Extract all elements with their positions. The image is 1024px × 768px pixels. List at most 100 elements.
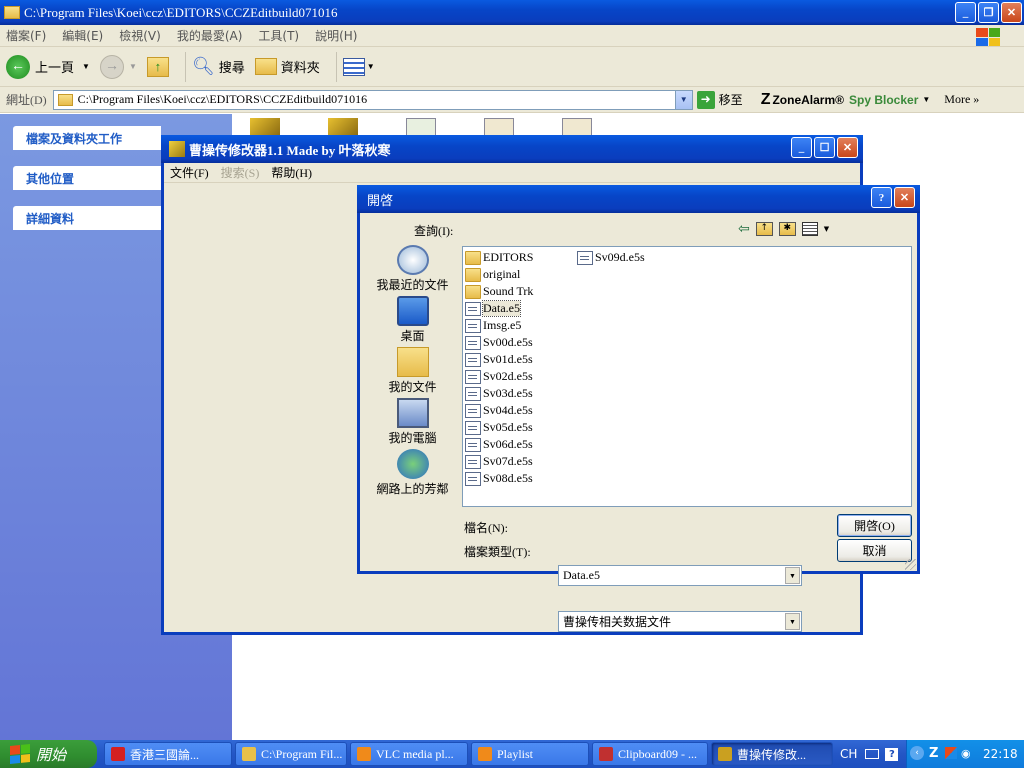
task-pane-details[interactable]: 詳細資料 [13, 206, 161, 230]
document-icon[interactable] [562, 118, 592, 136]
back-arrow-icon[interactable]: ⇦ [738, 221, 750, 237]
menu-favorites[interactable]: 我的最愛(A) [177, 27, 243, 44]
menu-view[interactable]: 檢視(V) [119, 27, 161, 44]
up-folder-icon[interactable]: ↑ [755, 222, 773, 236]
file-icon [577, 250, 593, 265]
folder-item[interactable]: Sound Trk [465, 283, 533, 300]
zonealarm-toolbar[interactable]: Z ZoneAlarm® Spy Blocker ▼ [761, 91, 931, 109]
close-button[interactable]: ✕ [894, 187, 915, 208]
file-item[interactable]: Sv03d.e5s [465, 385, 533, 402]
folder-icon [465, 284, 481, 299]
task-pane-file-folder-tasks[interactable]: 檔案及資料夾工作 [13, 126, 161, 150]
menu-tools[interactable]: 工具(T) [258, 27, 299, 44]
forward-button[interactable]: → ▼ [99, 54, 137, 79]
chevron-down-icon[interactable]: ▼ [824, 225, 829, 233]
place-my-computer[interactable]: 我的電腦 [370, 398, 455, 449]
place-recent[interactable]: 我最近的文件 [370, 245, 455, 296]
maximize-button[interactable]: ☐ [814, 137, 835, 158]
taskbar-button[interactable]: 曹操传修改... [711, 742, 833, 766]
chevron-down-icon[interactable]: ▼ [785, 613, 800, 630]
taskbar-button[interactable]: 香港三國論... [104, 742, 232, 766]
file-icon [465, 386, 481, 401]
file-item[interactable]: Imsg.e5 [465, 317, 521, 334]
file-item[interactable]: Sv09d.e5s [577, 249, 645, 266]
taskbar-button[interactable]: Playlist [471, 742, 589, 766]
menu-file[interactable]: 檔案(F) [6, 27, 46, 44]
go-button[interactable]: ➜ 移至 [696, 90, 743, 109]
folders-button[interactable]: 資料夾 [254, 57, 320, 76]
chevron-down-icon[interactable]: ▼ [785, 567, 800, 584]
taskbar-button[interactable]: Clipboard09 - ... [592, 742, 708, 766]
back-button[interactable]: ← 上一頁 ▼ [6, 54, 90, 79]
editor-exe-icon[interactable] [250, 118, 280, 136]
taskbar-button[interactable]: C:\Program Fil... [235, 742, 347, 766]
file-item[interactable]: Sv06d.e5s [465, 436, 533, 453]
document-icon[interactable] [406, 118, 436, 136]
address-value: C:\Program Files\Koei\ccz\EDITORS\CCZEdi… [77, 92, 368, 106]
up-folder-button[interactable]: ↑ [146, 56, 169, 77]
start-button[interactable]: 開始 [0, 740, 97, 768]
file-item[interactable]: Sv07d.e5s [465, 453, 533, 470]
help-button[interactable]: ? [871, 187, 892, 208]
file-item[interactable]: Data.e5 [465, 300, 521, 317]
folder-item[interactable]: EDITORS [465, 249, 533, 266]
file-name: Data.e5 [482, 300, 521, 317]
file-name: Sv07d.e5s [483, 454, 533, 468]
minimize-button[interactable]: _ [955, 2, 976, 23]
restore-button[interactable]: ❐ [978, 2, 999, 23]
document-icon[interactable] [484, 118, 514, 136]
menu-help[interactable]: 帮助(H) [271, 164, 312, 181]
editor-title-bar[interactable]: 曹操传修改器1.1 Made by 叶落秋寒 _ ☐ ✕ [161, 135, 863, 163]
place-desktop[interactable]: 桌面 [370, 296, 455, 347]
zonealarm-tray-icon[interactable]: Z [929, 746, 938, 761]
language-indicator[interactable]: CH [840, 747, 857, 761]
toolbar-separator [335, 51, 337, 82]
file-item[interactable]: Sv04d.e5s [465, 402, 533, 419]
keyboard-icon[interactable] [865, 749, 880, 759]
file-list[interactable]: EDITORS original Sound Trk Data.e5 Imsg.e5 Sv… [462, 246, 912, 507]
help-icon[interactable]: ? [885, 747, 899, 761]
chevron-left-icon[interactable]: ‹ [910, 746, 924, 760]
file-item[interactable]: Sv05d.e5s [465, 419, 533, 436]
taskbar-button[interactable]: VLC media pl... [350, 742, 468, 766]
taskbar-button-label: VLC media pl... [376, 746, 454, 761]
place-my-documents[interactable]: 我的文件 [370, 347, 455, 398]
editor-exe-icon[interactable] [328, 118, 358, 136]
filetype-select[interactable]: 曹操传相关数据文件 ▼ [558, 611, 802, 632]
volume-icon[interactable]: ◉ [961, 747, 971, 760]
taskbar-button-label: Clipboard09 - ... [618, 746, 697, 761]
resize-grip-icon[interactable] [905, 559, 916, 570]
view-menu-icon[interactable] [801, 222, 818, 236]
minimize-button[interactable]: _ [791, 137, 812, 158]
file-item[interactable]: Sv08d.e5s [465, 470, 533, 487]
security-center-icon[interactable] [945, 747, 957, 759]
explorer-menubar: 檔案(F) 編輯(E) 檢視(V) 我的最愛(A) 工具(T) 說明(H) [0, 25, 1024, 47]
file-item[interactable]: Sv02d.e5s [465, 368, 533, 385]
menu-help[interactable]: 說明(H) [315, 27, 357, 44]
place-network[interactable]: 網路上的芳鄰 [370, 449, 455, 500]
views-button[interactable]: ▼ [342, 57, 375, 76]
toolbar-separator [184, 51, 186, 82]
editor-title: 曹操传修改器1.1 Made by 叶落秋寒 [189, 142, 391, 158]
folder-item[interactable]: original [465, 266, 520, 283]
dialog-title: 開啓 [367, 192, 394, 208]
filename-input[interactable]: Data.e5 ▼ [558, 565, 802, 586]
more-button[interactable]: More » [944, 92, 979, 107]
task-pane-other-places[interactable]: 其他位置 [13, 166, 161, 190]
open-button[interactable]: 開啓(O) [837, 514, 912, 537]
close-button[interactable]: ✕ [837, 137, 858, 158]
folder-icon [465, 250, 481, 265]
explorer-title-bar[interactable]: C:\Program Files\Koei\ccz\EDITORS\CCZEdi… [0, 0, 1024, 25]
close-button[interactable]: ✕ [1001, 2, 1022, 23]
address-dropdown-icon[interactable]: ▼ [674, 90, 692, 109]
folders-label: 資料夾 [280, 60, 320, 75]
file-item[interactable]: Sv00d.e5s [465, 334, 533, 351]
search-button[interactable]: 🔍︎ 搜尋 [192, 56, 245, 77]
cancel-button[interactable]: 取消 [837, 539, 912, 562]
new-folder-icon[interactable]: ✱ [778, 222, 796, 236]
address-input[interactable]: C:\Program Files\Koei\ccz\EDITORS\CCZEdi… [52, 89, 693, 110]
file-item[interactable]: Sv01d.e5s [465, 351, 533, 368]
menu-edit[interactable]: 編輯(E) [62, 27, 103, 44]
menu-file[interactable]: 文件(F) [170, 164, 209, 181]
dialog-title-bar[interactable]: 開啓 ? ✕ [357, 185, 920, 213]
